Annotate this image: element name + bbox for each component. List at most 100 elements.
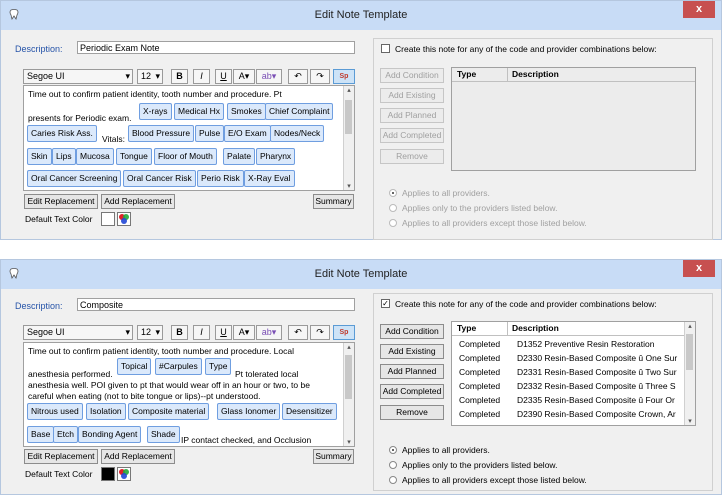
scroll-down-icon[interactable]: ▾ bbox=[344, 182, 354, 190]
add-condition-button[interactable]: Add Condition bbox=[380, 324, 444, 339]
replacement-chip[interactable]: Caries Risk Ass. bbox=[27, 125, 97, 142]
radio-all-providers[interactable] bbox=[389, 189, 397, 197]
radio-only-listed[interactable] bbox=[389, 461, 397, 469]
replacement-chip[interactable]: #Carpules bbox=[155, 358, 202, 375]
grid-scrollbar[interactable]: ▴ ▾ bbox=[684, 322, 695, 425]
replacement-chip[interactable]: Type bbox=[205, 358, 232, 375]
replacement-chip[interactable]: Etch bbox=[53, 426, 79, 443]
scroll-down-icon[interactable]: ▾ bbox=[344, 438, 354, 446]
replacement-chip[interactable]: X-rays bbox=[139, 103, 172, 120]
spell-check-button[interactable]: Sp bbox=[333, 69, 355, 84]
scroll-down-icon[interactable]: ▾ bbox=[685, 417, 695, 425]
font-size-select[interactable]: 12 ▾ bbox=[137, 69, 163, 84]
replacement-chip[interactable]: Base bbox=[27, 426, 55, 443]
underline-button[interactable]: U bbox=[215, 325, 232, 340]
replacement-chip[interactable]: Skin bbox=[27, 148, 52, 165]
replacement-chip[interactable]: Floor of Mouth bbox=[154, 148, 217, 165]
remove-button[interactable]: Remove bbox=[380, 149, 444, 164]
note-editor[interactable]: Time out to confirm patient identity, to… bbox=[23, 85, 355, 191]
editor-scrollbar[interactable]: ▴ ▾ bbox=[343, 86, 354, 190]
replacement-chip[interactable]: Nitrous used bbox=[27, 403, 83, 420]
add-existing-button[interactable]: Add Existing bbox=[380, 344, 444, 359]
replacement-chip[interactable]: Smokes bbox=[227, 103, 266, 120]
edit-replacement-button[interactable]: Edit Replacement bbox=[24, 449, 98, 464]
italic-button[interactable]: I bbox=[193, 325, 210, 340]
summary-button[interactable]: Summary bbox=[313, 449, 354, 464]
replacement-chip[interactable]: Perio Risk bbox=[197, 170, 244, 187]
replacement-chip[interactable]: Tongue bbox=[116, 148, 152, 165]
add-replacement-button[interactable]: Add Replacement bbox=[101, 194, 175, 209]
redo-button[interactable]: ↷ bbox=[310, 325, 330, 340]
redo-button[interactable]: ↷ bbox=[310, 69, 330, 84]
replacement-chip[interactable]: Oral Cancer Screening bbox=[27, 170, 122, 187]
replacement-chip[interactable]: Shade bbox=[147, 426, 180, 443]
replacement-chip[interactable]: Topical bbox=[117, 358, 152, 375]
font-name-select[interactable]: Segoe UI ▾ bbox=[23, 69, 133, 84]
create-note-checkbox[interactable]: ✓ bbox=[381, 299, 390, 308]
italic-button[interactable]: I bbox=[193, 69, 210, 84]
replacement-chip[interactable]: E/O Exam bbox=[224, 125, 271, 142]
replacement-chip[interactable]: Bonding Agent bbox=[78, 426, 142, 443]
replacement-chip[interactable]: Palate bbox=[223, 148, 256, 165]
close-button[interactable]: x bbox=[683, 1, 715, 18]
radio-except-listed[interactable] bbox=[389, 476, 397, 484]
add-condition-button[interactable]: Add Condition bbox=[380, 68, 444, 83]
close-button[interactable]: x bbox=[683, 260, 715, 277]
add-completed-button[interactable]: Add Completed bbox=[380, 384, 444, 399]
edit-replacement-button[interactable]: Edit Replacement bbox=[24, 194, 98, 209]
note-editor[interactable]: Time out to confirm patient identity, to… bbox=[23, 342, 355, 447]
undo-button[interactable]: ↶ bbox=[288, 69, 308, 84]
scroll-up-icon[interactable]: ▴ bbox=[344, 343, 354, 351]
underline-button[interactable]: U bbox=[215, 69, 232, 84]
radio-all-providers[interactable] bbox=[389, 446, 397, 454]
add-planned-button[interactable]: Add Planned bbox=[380, 108, 444, 123]
replacement-chip[interactable]: Blood Pressure bbox=[128, 125, 195, 142]
create-note-checkbox[interactable] bbox=[381, 44, 390, 53]
bold-button[interactable]: B bbox=[171, 325, 188, 340]
scroll-up-icon[interactable]: ▴ bbox=[344, 86, 354, 94]
font-color-button[interactable]: A▾ bbox=[233, 69, 255, 84]
replacement-chip[interactable]: Glass Ionomer bbox=[217, 403, 281, 420]
default-color-swatch[interactable] bbox=[101, 212, 115, 226]
code-grid[interactable]: Type Description Completed D1352 Preventi… bbox=[451, 321, 696, 426]
scroll-thumb[interactable] bbox=[686, 334, 693, 370]
spell-check-button[interactable]: Sp bbox=[333, 325, 355, 340]
bold-button[interactable]: B bbox=[171, 69, 188, 84]
remove-button[interactable]: Remove bbox=[380, 405, 444, 420]
highlight-button[interactable]: ab▾ bbox=[256, 325, 282, 340]
replacement-chip[interactable]: Desensitizer bbox=[282, 403, 337, 420]
font-name-select[interactable]: Segoe UI ▾ bbox=[23, 325, 133, 340]
add-completed-button[interactable]: Add Completed bbox=[380, 128, 444, 143]
summary-button[interactable]: Summary bbox=[313, 194, 354, 209]
font-color-button[interactable]: A▾ bbox=[233, 325, 255, 340]
undo-button[interactable]: ↶ bbox=[288, 325, 308, 340]
replacement-chip[interactable]: Mucosa bbox=[76, 148, 114, 165]
font-size-select[interactable]: 12 ▾ bbox=[137, 325, 163, 340]
add-existing-button[interactable]: Add Existing bbox=[380, 88, 444, 103]
replacement-chip[interactable]: Pharynx bbox=[256, 148, 296, 165]
replacement-chip[interactable]: Lips bbox=[52, 148, 76, 165]
replacement-chip[interactable]: Pulse bbox=[195, 125, 225, 142]
code-grid[interactable]: Type Description bbox=[451, 67, 696, 171]
replacement-chip[interactable]: Medical Hx bbox=[174, 103, 225, 120]
replacement-chip[interactable]: X-Ray Eval bbox=[244, 170, 295, 187]
replacement-chip[interactable]: Isolation bbox=[86, 403, 126, 420]
color-picker-button[interactable] bbox=[117, 212, 131, 226]
replacement-chip[interactable]: Nodes/Neck bbox=[270, 125, 325, 142]
replacement-chip[interactable]: Composite material bbox=[128, 403, 210, 420]
scroll-thumb[interactable] bbox=[345, 100, 352, 134]
scroll-up-icon[interactable]: ▴ bbox=[685, 322, 695, 330]
radio-only-listed[interactable] bbox=[389, 204, 397, 212]
scroll-thumb[interactable] bbox=[345, 355, 352, 399]
description-input[interactable]: Periodic Exam Note bbox=[77, 41, 355, 54]
editor-scrollbar[interactable]: ▴ ▾ bbox=[343, 343, 354, 446]
add-planned-button[interactable]: Add Planned bbox=[380, 364, 444, 379]
replacement-chip[interactable]: Chief Complaint bbox=[265, 103, 334, 120]
add-replacement-button[interactable]: Add Replacement bbox=[101, 449, 175, 464]
default-color-swatch[interactable] bbox=[101, 467, 115, 481]
description-input[interactable]: Composite bbox=[77, 298, 355, 311]
color-picker-button[interactable] bbox=[117, 467, 131, 481]
radio-except-listed[interactable] bbox=[389, 219, 397, 227]
highlight-button[interactable]: ab▾ bbox=[256, 69, 282, 84]
replacement-chip[interactable]: Oral Cancer Risk bbox=[123, 170, 196, 187]
